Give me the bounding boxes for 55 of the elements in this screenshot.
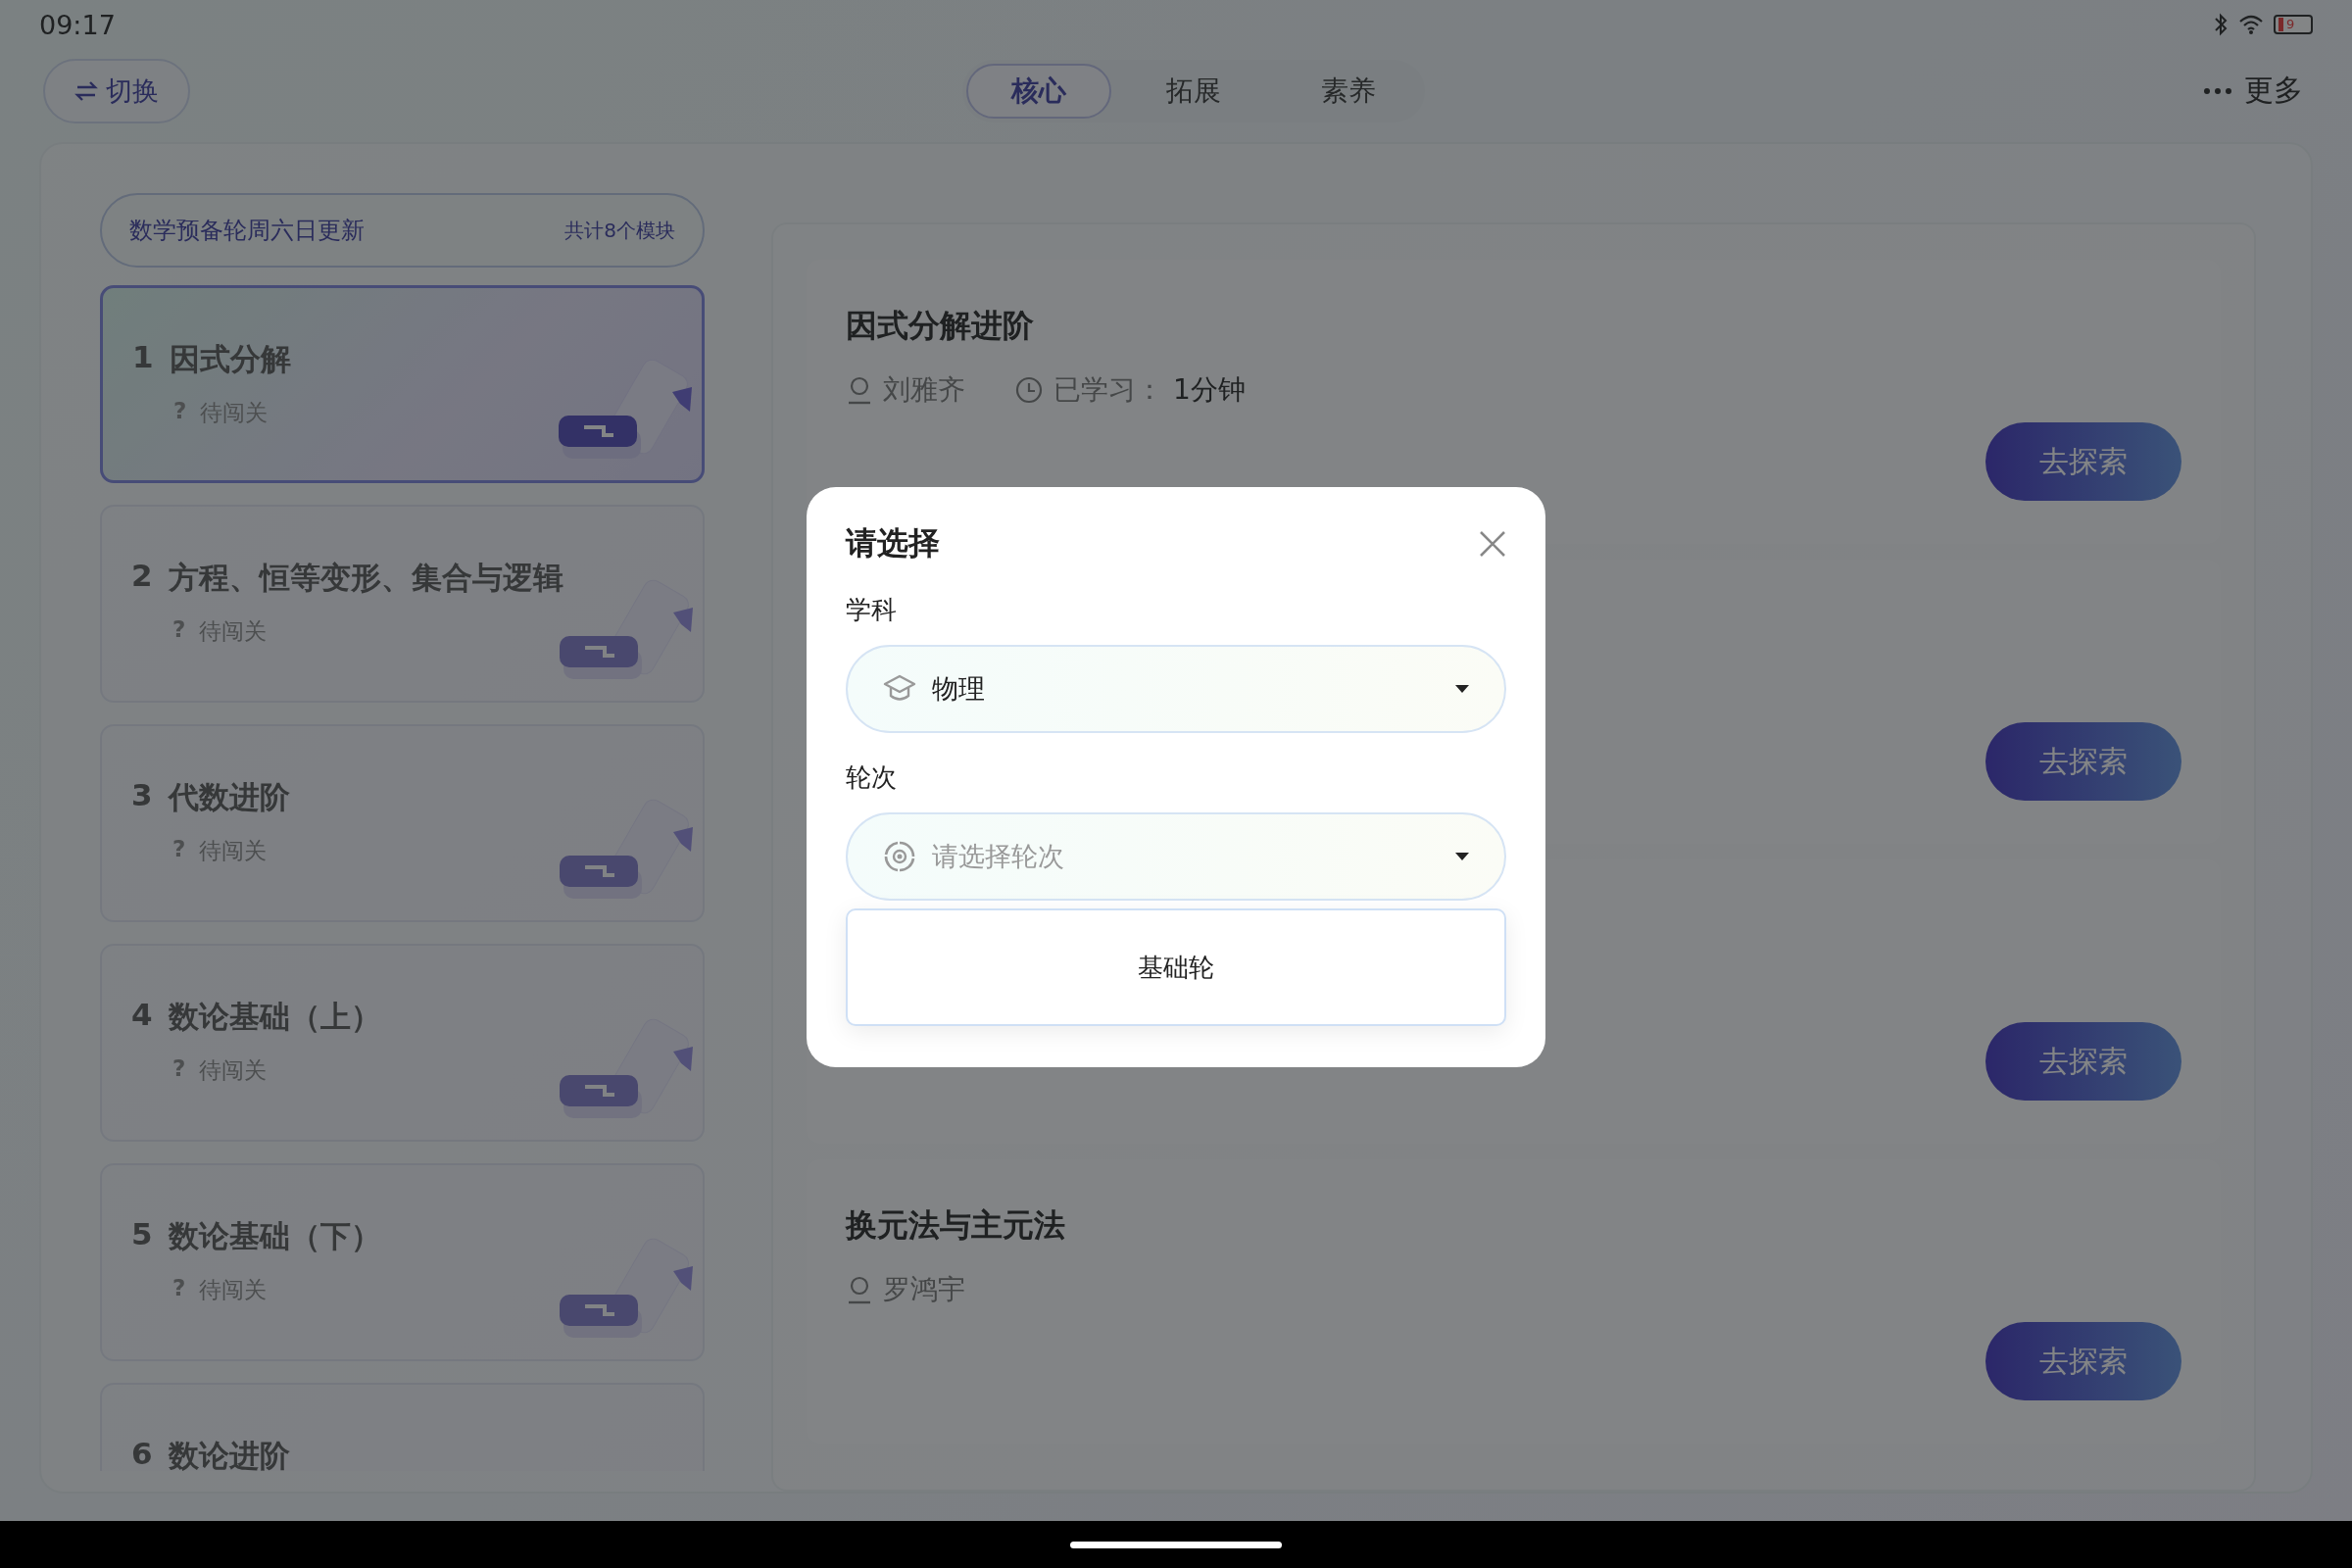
person-icon: [846, 375, 873, 405]
tab[interactable]: 素养: [1276, 63, 1421, 119]
target-icon: [883, 840, 916, 873]
module-card[interactable]: 6 数论进阶: [100, 1383, 705, 1471]
teacher-name: 罗鸿宇: [883, 1272, 965, 1307]
home-indicator[interactable]: [1070, 1541, 1282, 1548]
person-icon: [846, 1275, 873, 1304]
module-header-title: 数学预备轮周六日更新: [129, 216, 365, 246]
module-number: 6: [131, 1436, 153, 1471]
switch-button[interactable]: 切换: [43, 58, 190, 123]
course-title: 换元法与主元法: [846, 1205, 1065, 1246]
studied-time: 1分钟: [1173, 372, 1246, 408]
explore-button[interactable]: 去探索: [1985, 722, 2181, 801]
status-mark: ?: [172, 616, 186, 644]
module-number: 3: [131, 777, 153, 814]
module-title: 代数进阶: [168, 778, 290, 816]
course-title: 因式分解进阶: [846, 306, 1035, 346]
explore-button[interactable]: 去探索: [1985, 422, 2181, 501]
more-button[interactable]: 更多: [2197, 70, 2309, 112]
module-title: 数论基础（下）: [168, 1217, 381, 1255]
module-number: 2: [131, 558, 153, 595]
status-time: 09:17: [39, 9, 116, 40]
swap-arrows-icon: [74, 80, 98, 101]
status-mark: ?: [173, 398, 187, 425]
select-field[interactable]: 物理: [846, 645, 1506, 733]
module-title: 数论进阶: [168, 1437, 290, 1471]
status-mark: ?: [172, 836, 186, 863]
tab[interactable]: 核心: [966, 63, 1111, 119]
close-icon[interactable]: [1479, 530, 1506, 558]
module-title: 因式分解: [169, 340, 291, 378]
tab[interactable]: 拓展: [1121, 63, 1266, 119]
field-label: 轮次: [846, 761, 898, 794]
clock-icon: [1014, 375, 1044, 405]
battery-icon: 9: [2274, 15, 2313, 34]
wifi-icon: [2238, 14, 2264, 35]
caret-icon: [1455, 852, 1469, 861]
module-count: 共计8个模块: [564, 217, 675, 244]
teacher-name: 刘雅齐: [883, 372, 965, 408]
dialog-title: 请选择: [846, 523, 940, 564]
more-icon: [2203, 86, 2232, 95]
select-field[interactable]: 请选择轮次: [846, 812, 1506, 901]
status-mark: ?: [172, 1055, 186, 1083]
module-number: 4: [131, 997, 153, 1034]
explore-button[interactable]: 去探索: [1985, 1022, 2181, 1101]
field-label: 学科: [846, 594, 898, 626]
studied-label: 已学习：: [1054, 372, 1163, 408]
dropdown-option[interactable]: 基础轮: [848, 910, 1504, 1024]
module-title: 方程、恒等变形、集合与逻辑: [168, 559, 564, 597]
bluetooth-icon: [2213, 13, 2229, 36]
module-number: 5: [131, 1216, 153, 1253]
explore-button[interactable]: 去探索: [1985, 1322, 2181, 1400]
module-number: 1: [132, 339, 154, 376]
status-mark: ?: [172, 1275, 186, 1302]
module-title: 数论基础（上）: [168, 998, 381, 1036]
caret-icon: [1455, 684, 1469, 694]
